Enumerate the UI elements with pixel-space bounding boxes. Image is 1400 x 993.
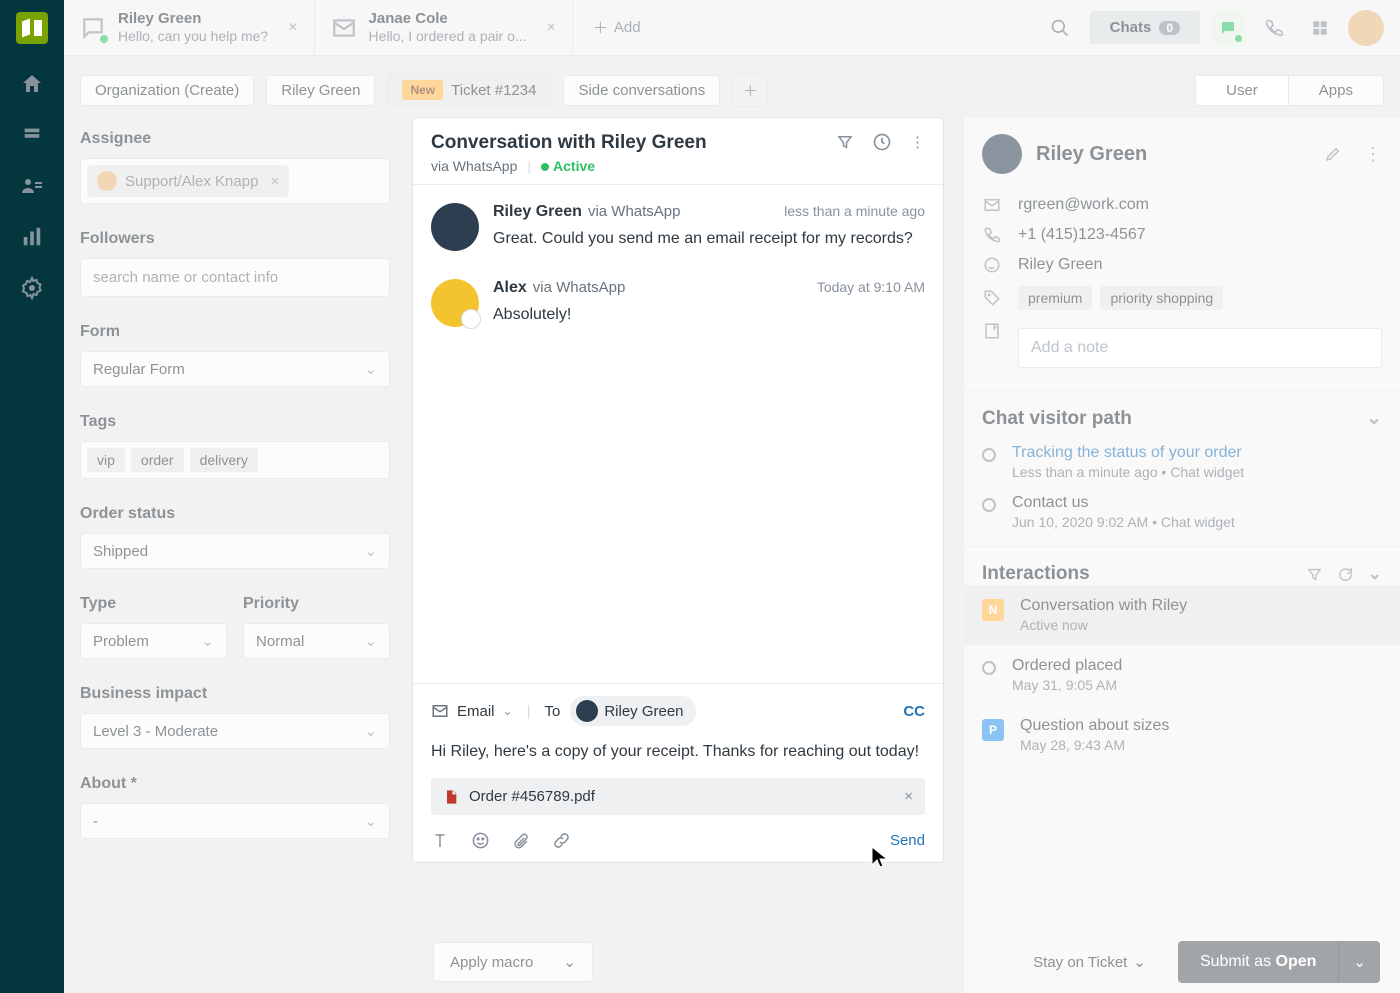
message-time: less than a minute ago <box>784 203 925 219</box>
conversation-channel: via WhatsApp <box>431 158 517 174</box>
message: Riley Green via WhatsApp less than a min… <box>431 203 925 251</box>
send-button[interactable]: Send <box>890 832 925 849</box>
pdf-icon <box>443 789 459 805</box>
filter-icon[interactable] <box>836 133 854 151</box>
to-label: To <box>544 703 560 720</box>
conversation-panel: Conversation with Riley Green via WhatsA… <box>413 118 943 862</box>
link-icon[interactable] <box>552 831 571 850</box>
attachment-pill[interactable]: Order #456789.pdf × <box>431 778 925 815</box>
message-via: via WhatsApp <box>588 203 681 220</box>
remove-attachment-icon[interactable]: × <box>904 788 913 805</box>
message-sender: Riley Green <box>493 203 582 221</box>
attach-icon[interactable] <box>512 832 530 850</box>
message-text: Absolutely! <box>493 303 925 327</box>
message-text: Great. Could you send me an email receip… <box>493 227 925 251</box>
recipient-avatar <box>576 700 598 722</box>
message-avatar <box>431 203 479 251</box>
customers-icon[interactable] <box>20 174 44 198</box>
home-icon[interactable] <box>20 72 44 96</box>
settings-icon[interactable] <box>20 276 44 300</box>
to-recipient-pill[interactable]: Riley Green <box>570 696 695 726</box>
message-time: Today at 9:10 AM <box>817 279 925 295</box>
brand-logo[interactable] <box>16 12 48 44</box>
more-icon[interactable]: ⋮ <box>910 133 925 151</box>
views-icon[interactable] <box>21 124 43 146</box>
emoji-icon[interactable] <box>471 831 490 850</box>
conversation-status: Active <box>553 158 595 174</box>
cc-button[interactable]: CC <box>903 703 925 720</box>
message: Alex via WhatsApp Today at 9:10 AM Absol… <box>431 279 925 327</box>
chevron-down-icon: ⌄ <box>503 704 513 718</box>
reporting-icon[interactable] <box>21 226 43 248</box>
recipient-name: Riley Green <box>604 703 683 720</box>
history-icon[interactable] <box>872 132 892 152</box>
main-sidebar <box>0 0 64 993</box>
composer-body[interactable]: Hi Riley, here's a copy of your receipt.… <box>431 740 925 764</box>
channel-label: Email <box>457 703 495 720</box>
channel-select[interactable]: Email ⌄ <box>431 702 513 720</box>
text-format-icon[interactable] <box>431 832 449 850</box>
composer: Email ⌄ | To Riley Green CC Hi Riley, he… <box>413 683 943 862</box>
message-via: via WhatsApp <box>533 279 626 296</box>
attachment-name: Order #456789.pdf <box>469 788 894 805</box>
message-avatar <box>431 279 479 327</box>
message-sender: Alex <box>493 279 527 297</box>
conversation-title: Conversation with Riley Green <box>431 132 836 154</box>
